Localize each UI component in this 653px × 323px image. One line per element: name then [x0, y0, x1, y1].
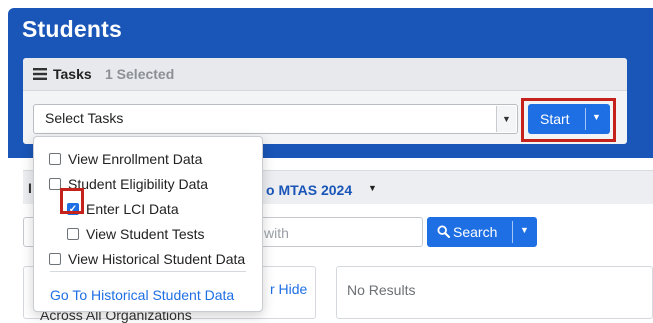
button-divider [512, 221, 513, 243]
filter-label: I [28, 180, 32, 196]
tasks-selected-count: 1 Selected [105, 66, 175, 82]
menu-divider [50, 271, 246, 272]
hide-link[interactable]: r Hide [270, 281, 307, 297]
chevron-down-icon[interactable]: ▼ [592, 112, 601, 122]
page-title: Students [22, 16, 122, 42]
chevron-down-icon[interactable]: ▼ [520, 225, 529, 235]
task-option-label: View Enrollment Data [68, 151, 203, 167]
search-label: Search [453, 224, 498, 240]
lci-highlight-box [60, 188, 84, 214]
no-results-text: No Results [347, 282, 416, 298]
chevron-down-icon[interactable]: ▼ [496, 106, 516, 132]
task-option-label: Enter LCI Data [86, 201, 179, 217]
checkbox[interactable] [67, 228, 79, 240]
checkbox[interactable] [49, 253, 61, 265]
search-input-text: with [264, 225, 289, 241]
list-icon [33, 68, 47, 80]
header-arrow [620, 143, 632, 155]
chevron-down-icon[interactable]: ▼ [368, 183, 377, 193]
start-label: Start [540, 111, 570, 127]
tasks-title: Tasks [53, 66, 92, 82]
search-button[interactable]: Search ▼ [427, 217, 537, 247]
task-option-label: Student Eligibility Data [68, 176, 209, 192]
select-tasks-value: Select Tasks [45, 110, 124, 126]
task-option-view-historical[interactable]: View Historical Student Data [49, 249, 245, 269]
checkbox[interactable] [49, 153, 61, 165]
task-option-label: View Student Tests [86, 226, 205, 242]
button-divider [585, 108, 586, 130]
administration-selector[interactable]: o MTAS 2024 [266, 182, 352, 198]
task-option-view-student-tests[interactable]: View Student Tests [49, 224, 245, 244]
task-option-label: View Historical Student Data [68, 251, 246, 267]
task-option-view-enrollment[interactable]: View Enrollment Data [49, 149, 245, 169]
start-button[interactable]: Start ▼ [528, 104, 610, 134]
search-icon [437, 225, 450, 238]
task-menu: View Enrollment Data Student Eligibility… [33, 136, 263, 312]
go-to-historical-link[interactable]: Go To Historical Student Data [50, 287, 234, 303]
